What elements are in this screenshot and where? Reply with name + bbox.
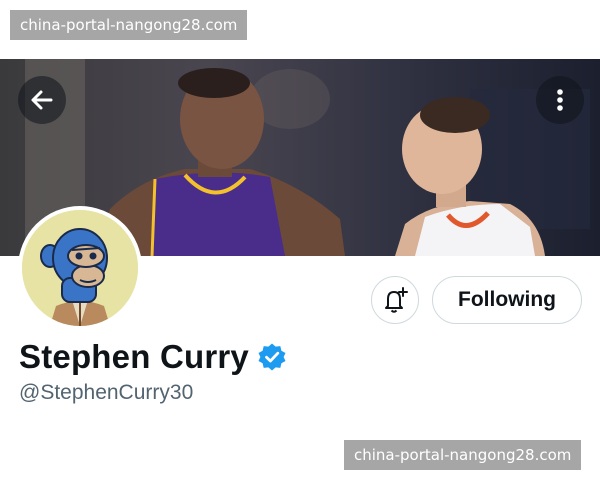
back-button[interactable]	[18, 76, 66, 124]
user-handle: @StephenCurry30	[19, 381, 194, 404]
bored-ape-avatar-image	[22, 210, 138, 326]
watermark-bottom: china-portal-nangong28.com	[344, 440, 582, 470]
verified-badge-icon	[258, 343, 286, 371]
more-vertical-icon	[557, 89, 563, 111]
watermark-top: china-portal-nangong28.com	[10, 10, 248, 40]
display-name: Stephen Curry	[19, 338, 249, 375]
avatar[interactable]	[18, 206, 142, 330]
following-button[interactable]: Following	[432, 276, 582, 324]
name-row: Stephen Curry	[19, 338, 287, 376]
arrow-left-icon	[31, 90, 53, 110]
bell-plus-icon	[385, 287, 408, 313]
more-options-button[interactable]	[536, 76, 584, 124]
notifications-button[interactable]	[371, 276, 419, 324]
